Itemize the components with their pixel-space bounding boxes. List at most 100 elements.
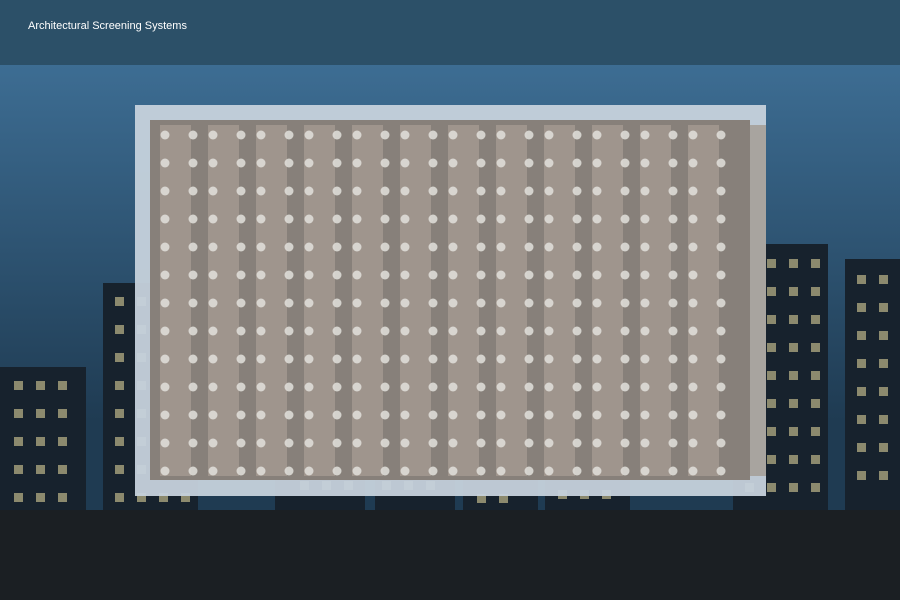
perforation-dot xyxy=(448,242,458,252)
perforation-dot xyxy=(592,298,602,308)
perforation-dot xyxy=(380,298,390,308)
perforation-dot xyxy=(592,326,602,336)
perforation-dot xyxy=(640,298,650,308)
perforation-dot xyxy=(188,214,198,224)
page-title: Architectural Screening Systems xyxy=(28,20,187,32)
perforation-dot xyxy=(352,326,362,336)
perforation-dot xyxy=(476,298,486,308)
building-window xyxy=(811,399,820,408)
perforation-dot xyxy=(688,270,698,280)
perforation-dot xyxy=(572,466,582,476)
building-window xyxy=(789,287,798,296)
perforation-dot xyxy=(592,438,602,448)
perforation-dot xyxy=(524,354,534,364)
perforation-dot xyxy=(524,270,534,280)
perforation-dot xyxy=(188,326,198,336)
perforation-dot xyxy=(332,298,342,308)
perforation-dot xyxy=(380,214,390,224)
perforation-dot xyxy=(332,438,342,448)
perforation-dot xyxy=(716,186,726,196)
perforation-dot xyxy=(332,242,342,252)
perforation-dot xyxy=(256,466,266,476)
perforation-dot xyxy=(256,326,266,336)
perforation-dot xyxy=(620,298,630,308)
perforation-dot xyxy=(592,242,602,252)
perforation-dot xyxy=(284,158,294,168)
perforation-dot xyxy=(188,438,198,448)
perforation-dot xyxy=(400,214,410,224)
perforation-dot xyxy=(256,242,266,252)
building-window xyxy=(811,259,820,268)
perforation-dot xyxy=(688,298,698,308)
perforation-dot xyxy=(592,466,602,476)
building-window xyxy=(36,465,45,474)
perforation-dot xyxy=(476,158,486,168)
perforation-dot xyxy=(256,438,266,448)
perforation-dot xyxy=(592,382,602,392)
perforation-dot xyxy=(496,270,506,280)
perforation-dot xyxy=(352,354,362,364)
building-window xyxy=(879,471,888,480)
building-window xyxy=(879,359,888,368)
perforation-dot xyxy=(668,242,678,252)
header-bar: Architectural Screening Systems xyxy=(0,0,900,65)
perforation-dot xyxy=(572,242,582,252)
building-window xyxy=(811,455,820,464)
perforation-dot xyxy=(256,186,266,196)
building-window xyxy=(36,381,45,390)
building-window xyxy=(36,409,45,418)
building-window xyxy=(811,371,820,380)
perforation-dot xyxy=(352,214,362,224)
perforation-dot xyxy=(208,186,218,196)
perforation-dot xyxy=(188,466,198,476)
perforation-dot xyxy=(716,438,726,448)
panel-edge xyxy=(750,125,766,476)
perforation-dot xyxy=(476,242,486,252)
perforation-dot xyxy=(448,438,458,448)
perforation-dot xyxy=(688,158,698,168)
perforation-dot xyxy=(332,466,342,476)
perforation-dot xyxy=(592,270,602,280)
building-window xyxy=(14,465,23,474)
perforation-dot xyxy=(524,130,534,140)
perforation-dot xyxy=(236,466,246,476)
building-window xyxy=(36,437,45,446)
perforation-dot xyxy=(160,214,170,224)
perforation-dot xyxy=(284,130,294,140)
building-window xyxy=(767,287,776,296)
perforation-dot xyxy=(304,242,314,252)
perforation-dot xyxy=(688,382,698,392)
building-window xyxy=(857,303,866,312)
perforation-dot xyxy=(448,158,458,168)
perforation-dot xyxy=(380,130,390,140)
perforation-dot xyxy=(688,354,698,364)
perforation-dot xyxy=(592,158,602,168)
perforation-dot xyxy=(256,382,266,392)
perforation-dot xyxy=(620,270,630,280)
building-window xyxy=(789,483,798,492)
perforation-dot xyxy=(352,158,362,168)
perforation-dot xyxy=(188,186,198,196)
perforation-dot xyxy=(524,466,534,476)
building xyxy=(845,259,900,510)
building-window xyxy=(811,343,820,352)
perforation-dot xyxy=(188,158,198,168)
perforation-dot xyxy=(620,186,630,196)
perforation-dot xyxy=(668,410,678,420)
perforation-dot xyxy=(428,466,438,476)
perforation-dot xyxy=(640,242,650,252)
perforation-dot xyxy=(688,214,698,224)
perforation-dot xyxy=(544,438,554,448)
perforation-dot xyxy=(400,410,410,420)
perforation-dot xyxy=(428,438,438,448)
perforation-dot xyxy=(236,298,246,308)
perforation-dot xyxy=(496,354,506,364)
perforation-dot xyxy=(496,242,506,252)
building-window xyxy=(58,409,67,418)
perforation-dot xyxy=(188,382,198,392)
perforation-dot xyxy=(400,382,410,392)
perforation-dot xyxy=(400,326,410,336)
perforation-dot xyxy=(208,326,218,336)
perforation-dot xyxy=(688,326,698,336)
perforation-dot xyxy=(208,130,218,140)
